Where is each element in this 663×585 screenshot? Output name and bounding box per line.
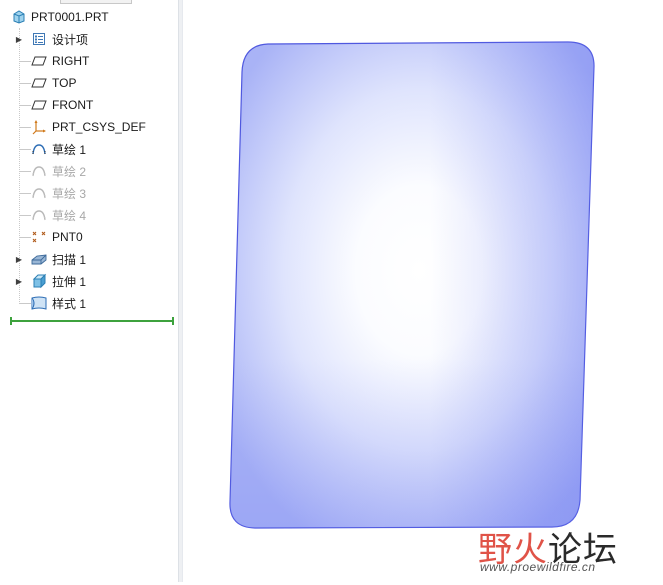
- surface-bottom-shading: [229, 42, 594, 528]
- tree-item-sketch[interactable]: 草绘 3: [0, 182, 178, 204]
- expand-arrow-icon[interactable]: ▶: [14, 28, 24, 50]
- layer-list-icon: [30, 30, 48, 48]
- tree-item-label: 扫描 1: [52, 252, 87, 267]
- expand-arrow-icon[interactable]: ▶: [14, 270, 24, 292]
- tree-item-label: 草绘 1: [52, 142, 87, 157]
- datum-plane-icon: [30, 52, 48, 70]
- tree-item-label: RIGHT: [52, 54, 90, 68]
- tree-item-layer-list[interactable]: ▶ 设计项: [0, 28, 178, 50]
- tree-item-sketch[interactable]: 草绘 2: [0, 160, 178, 182]
- tree-item-label: TOP: [52, 76, 77, 90]
- tree-item-datum-point[interactable]: PNT0: [0, 226, 178, 248]
- model-surface-view: [229, 41, 595, 529]
- coordinate-system-icon: [30, 118, 48, 136]
- insert-here-marker[interactable]: [10, 317, 174, 325]
- tree-item-label: 草绘 4: [52, 208, 87, 223]
- datum-plane-icon: [30, 96, 48, 114]
- watermark-url: www.proewildfire.cn: [480, 560, 596, 574]
- sketch-icon: [30, 162, 48, 180]
- tree-item-label: 拉伸 1: [52, 274, 87, 289]
- model-tree: PRT0001.PRT ▶ 设计项 RIGHT TOP FRONT PRT_CSYS_DE…: [0, 0, 178, 582]
- style-surface-icon: [30, 294, 48, 312]
- tree-root-label: PRT0001.PRT: [31, 10, 109, 24]
- tree-item-label: 草绘 2: [52, 164, 87, 179]
- sweep-icon: [30, 250, 48, 268]
- tree-item-sketch[interactable]: 草绘 4: [0, 204, 178, 226]
- datum-point-icon: [30, 228, 48, 246]
- extrude-icon: [30, 272, 48, 290]
- sketch-icon: [30, 140, 48, 158]
- sketch-icon: [30, 206, 48, 224]
- tree-item-datum-plane[interactable]: RIGHT: [0, 50, 178, 72]
- datum-plane-icon: [30, 74, 48, 92]
- tree-item-label: PNT0: [52, 230, 83, 244]
- tree-root-part[interactable]: PRT0001.PRT: [0, 6, 178, 28]
- tree-header-strip: [60, 0, 132, 4]
- tree-item-label: 草绘 3: [52, 186, 87, 201]
- tree-item-sketch[interactable]: 草绘 1: [0, 138, 178, 160]
- sketch-icon: [30, 184, 48, 202]
- graphics-viewport[interactable]: [183, 0, 663, 582]
- tree-item-sweep[interactable]: ▶ 扫描 1: [0, 248, 178, 270]
- part-icon: [10, 8, 28, 26]
- tree-item-datum-plane[interactable]: TOP: [0, 72, 178, 94]
- expand-arrow-icon[interactable]: ▶: [14, 248, 24, 270]
- tree-item-datum-plane[interactable]: FRONT: [0, 94, 178, 116]
- tree-item-label: PRT_CSYS_DEF: [52, 120, 146, 134]
- tree-item-label: 样式 1: [52, 296, 87, 311]
- tree-item-coordinate-system[interactable]: PRT_CSYS_DEF: [0, 116, 178, 138]
- tree-item-label: 设计项: [52, 32, 89, 47]
- tree-item-extrude[interactable]: ▶ 拉伸 1: [0, 270, 178, 292]
- tree-item-label: FRONT: [52, 98, 94, 112]
- tree-item-style-surface[interactable]: 样式 1: [0, 292, 178, 314]
